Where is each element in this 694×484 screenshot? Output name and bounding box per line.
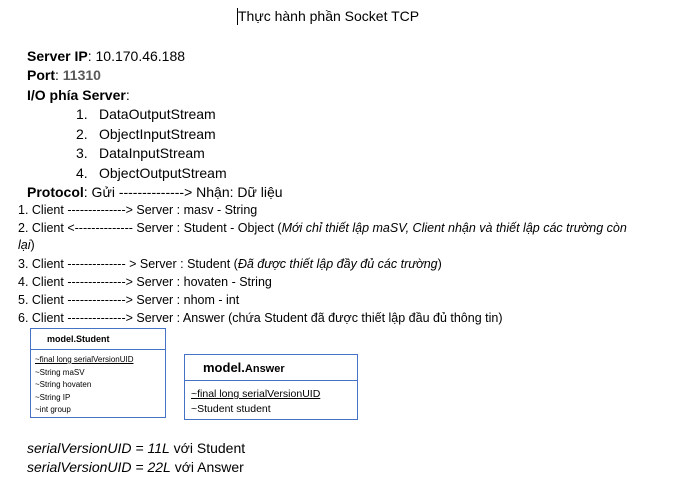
io-colon: : [125,87,130,103]
uml-student-name: model.Student [31,329,165,350]
server-ip-line: Server IP: 10.170.46.188 [27,48,185,64]
step-text: 3. Client -------------- > Server : Stud… [18,257,238,271]
stream-item: 1. DataOutputStream [76,106,216,122]
document-title: Thực hành phần Socket TCP [238,8,420,24]
uml-attribute: ~String hovaten [35,380,92,389]
uml-attribute: ~String IP [35,392,71,402]
step-text: ) [30,238,35,252]
step-note: Mới chỉ thiết lập maSV, Client nhận và t… [281,221,627,235]
uid-student-expr: serialVersionUID = 11L [27,440,170,456]
stream-text: DataInputStream [99,145,205,161]
uml-student-attrs: ~final long serialVersionUID ~String maS… [31,350,165,417]
uml-answer-class: model.Answer ~final long serialVersionUI… [184,354,358,420]
step-line: 2. Client <-------------- Server : Stude… [18,221,627,235]
uid-answer-line: serialVersionUID = 22L với Answer [27,459,244,475]
step-text: 1. Client --------------> Server : masv … [18,203,258,217]
uml-attribute: ~final long serialVersionUID [35,355,134,364]
step-text: 2. Client <-------------- Server : Stude… [18,221,282,235]
stream-item: 2. ObjectInputStream [76,126,216,142]
uml-attribute: ~Student student [191,403,271,415]
port-label: Port [27,67,55,83]
uml-attribute: ~String maSV [35,367,85,377]
uml-answer-classname: Answer [244,363,285,375]
step-text: ) [437,257,442,271]
stream-text: DataOutputStream [99,106,216,122]
port-line: Port: 11310 [27,67,101,83]
protocol-label: Protocol [27,184,84,200]
port-colon: : [55,67,63,83]
server-ip-value: : 10.170.46.188 [87,48,186,64]
port-value: 11310 [62,67,101,83]
step-line: 3. Client -------------- > Server : Stud… [18,257,442,271]
step-line: 1. Client --------------> Server : masv … [18,203,257,217]
step-line: 5. Client --------------> Server : nhom … [18,293,239,307]
stream-number: 4. [76,165,88,181]
uml-student-class: model.Student ~final long serialVersionU… [30,328,166,418]
io-label: I/O phía Server [27,87,126,103]
stream-item: 4. ObjectOutputStream [76,165,227,181]
uid-answer-expr: serialVersionUID = 22L [27,459,171,475]
protocol-text: : Gửi --------------> Nhận: Dữ liệu [83,184,283,200]
step-text: 5. Client --------------> Server : nhom … [18,293,240,307]
uid-student-target: với Student [169,440,246,456]
stream-number: 2. [76,126,88,142]
uml-answer-name: model.Answer [185,355,357,381]
io-line: I/O phía Server: [27,87,130,103]
step-text: 6. Client --------------> Server : Answe… [18,311,503,325]
uml-answer-attrs: ~final long serialVersionUID ~Student st… [185,381,357,417]
step-note: Đã được thiết lập đầy đủ các trường [237,257,438,271]
protocol-line: Protocol: Gửi --------------> Nhận: Dữ l… [27,184,283,200]
server-ip-label: Server IP [27,48,88,64]
step-note: lại [18,238,31,252]
stream-item: 3. DataInputStream [76,145,205,161]
step-line: 4. Client --------------> Server : hovat… [18,275,272,289]
step-line: lại) [18,238,35,252]
stream-text: ObjectInputStream [99,126,216,142]
step-text: 4. Client --------------> Server : hovat… [18,275,272,289]
uml-answer-package: model. [203,360,245,375]
stream-number: 3. [76,145,88,161]
uid-answer-target: với Answer [170,459,244,475]
uid-student-line: serialVersionUID = 11L với Student [27,440,245,456]
uml-attribute: ~int group [35,405,71,414]
stream-number: 1. [76,106,88,122]
step-line: 6. Client --------------> Server : Answe… [18,311,503,325]
stream-text: ObjectOutputStream [99,165,227,181]
uml-attribute: ~final long serialVersionUID [191,388,321,400]
